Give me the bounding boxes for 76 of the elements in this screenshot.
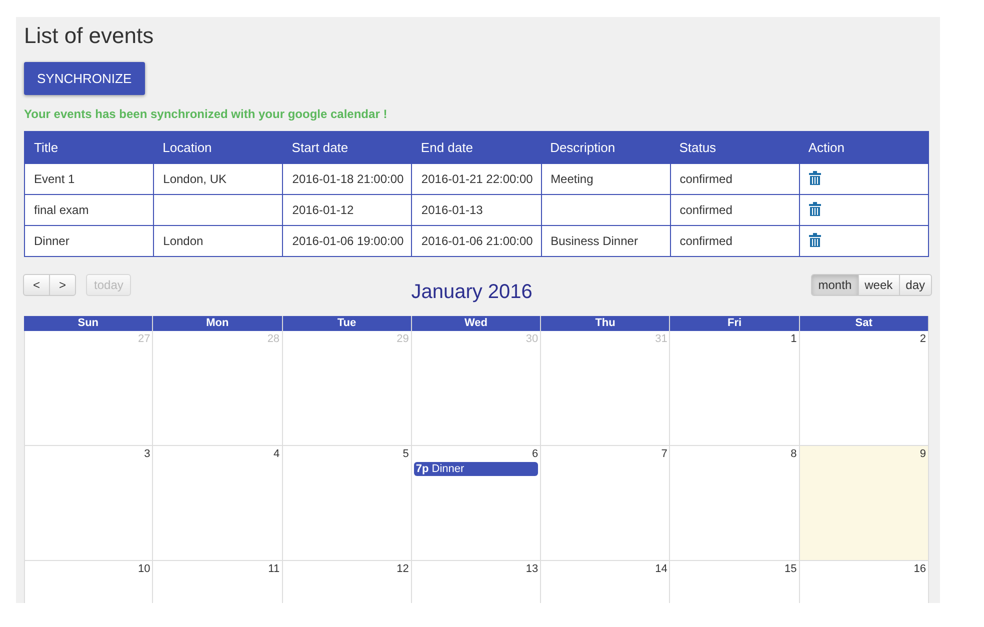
day-cell[interactable]: 2 <box>800 331 929 446</box>
column-header: Start date <box>282 132 412 164</box>
day-number: 5 <box>402 448 409 460</box>
table-cell: 2016-01-18 21:00:00 <box>282 164 412 194</box>
trash-icon[interactable] <box>808 170 821 184</box>
day-cell[interactable]: 4 <box>153 446 283 561</box>
day-cell[interactable]: 9 <box>800 446 929 561</box>
view-tab[interactable]: day <box>898 274 932 296</box>
day-number: 10 <box>138 563 150 575</box>
day-cell[interactable]: 10 <box>24 561 154 603</box>
column-header: Title <box>24 132 154 164</box>
day-cell[interactable]: 1 <box>670 331 800 446</box>
day-cell[interactable]: 6 7p Dinner <box>412 446 542 561</box>
trash-icon[interactable] <box>808 232 821 246</box>
calendar-title: January 2016 <box>410 281 534 304</box>
weekday-header: Mon <box>153 316 283 331</box>
column-header: End date <box>412 132 542 164</box>
table-cell: confirmed <box>670 226 800 256</box>
table-cell: 2016-01-06 21:00:00 <box>412 226 542 256</box>
weekday-header: Thu <box>541 316 670 331</box>
day-number: 27 <box>138 333 150 345</box>
synchronize-button[interactable]: SYNCHRONIZE <box>24 62 145 95</box>
day-cell[interactable]: 5 <box>282 446 412 561</box>
table-cell: London, UK <box>154 164 283 194</box>
table-cell: Dinner <box>24 226 154 256</box>
trash-icon[interactable] <box>808 202 821 216</box>
day-number: 7 <box>661 448 668 460</box>
table-cell: confirmed <box>670 194 800 226</box>
table-cell: 2016-01-06 19:00:00 <box>282 226 412 256</box>
next-button[interactable]: > <box>49 274 76 296</box>
view-tab[interactable]: week <box>858 274 900 296</box>
day-number: 8 <box>790 448 797 460</box>
day-number: 15 <box>784 563 797 575</box>
previous-button[interactable]: < <box>23 274 50 296</box>
day-number: 14 <box>655 563 668 575</box>
column-header: Description <box>541 132 670 164</box>
day-cell[interactable]: 8 <box>670 446 800 561</box>
table-cell: confirmed <box>670 164 800 194</box>
column-header: Status <box>670 132 800 164</box>
day-number: 4 <box>273 448 280 460</box>
table-cell: 2016-01-12 <box>282 194 412 226</box>
day-cell[interactable]: 12 <box>282 561 412 603</box>
day-number: 29 <box>396 333 409 345</box>
sync-message: Your events has been synchronized with your google calendar ! <box>24 107 388 121</box>
calendar-event[interactable]: 7p Dinner <box>414 462 538 476</box>
page-title: List of events <box>24 23 155 49</box>
table-cell: 2016-01-21 22:00:00 <box>412 164 542 194</box>
weekday-header: Fri <box>670 316 800 331</box>
day-number: 9 <box>920 448 926 460</box>
day-number: 16 <box>914 563 926 575</box>
table-cell: final exam <box>24 194 154 226</box>
day-number: 11 <box>268 563 280 575</box>
day-number: 3 <box>144 448 150 460</box>
table-cell: Business Dinner <box>541 226 670 256</box>
column-header: Location <box>154 132 283 164</box>
day-cell[interactable]: 3 <box>24 446 154 561</box>
view-tab[interactable]: month <box>811 274 859 296</box>
table-cell: 2016-01-13 <box>412 194 542 226</box>
weekday-header: Sun <box>24 316 154 331</box>
day-number: 31 <box>655 333 668 345</box>
day-number: 1 <box>790 333 797 345</box>
table-cell: Event 1 <box>24 164 154 194</box>
day-number: 2 <box>920 333 926 345</box>
day-number: 12 <box>396 563 409 575</box>
weekday-header: Wed <box>412 316 542 331</box>
day-number: 28 <box>267 333 280 345</box>
day-cell[interactable]: 16 <box>800 561 929 603</box>
day-number: 6 <box>532 448 538 460</box>
day-number: 30 <box>526 333 538 345</box>
day-number: 13 <box>526 563 538 575</box>
weekday-header: Tue <box>282 316 412 331</box>
weekday-header: Sat <box>800 316 929 331</box>
day-cell[interactable]: 7 <box>541 446 670 561</box>
table-cell: Meeting <box>541 164 670 194</box>
table-cell: London <box>154 226 283 256</box>
column-header: Action <box>799 132 928 164</box>
